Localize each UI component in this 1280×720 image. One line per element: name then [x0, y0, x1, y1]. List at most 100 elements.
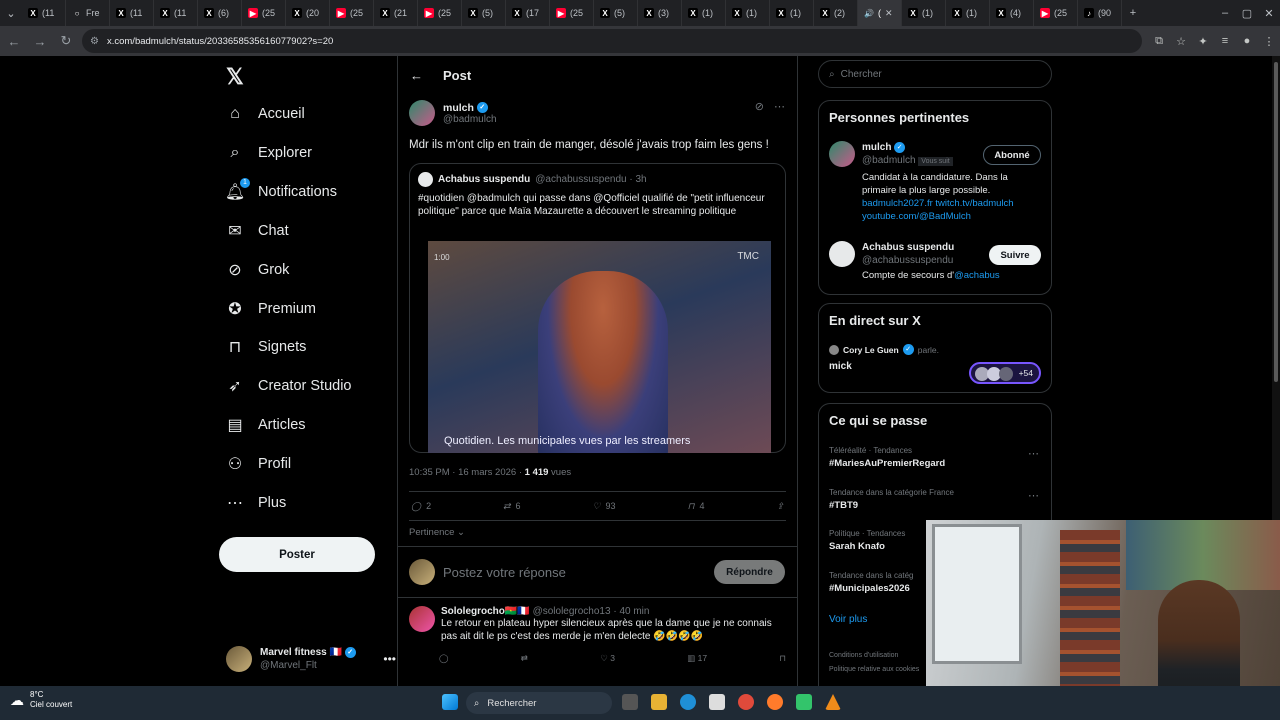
minimize-button[interactable]: –	[1214, 0, 1236, 26]
edge-icon[interactable]	[680, 694, 696, 710]
start-icon[interactable]	[442, 694, 458, 710]
bio-link[interactable]: twitch.tv/badmulch	[935, 198, 1013, 209]
browser-tab[interactable]: ▶ (25	[330, 0, 374, 26]
show-more-link[interactable]: Voir plus	[829, 614, 867, 625]
vlc-icon[interactable]	[825, 694, 841, 710]
bio-link[interactable]: youtube.com/@BadMulch	[862, 210, 1042, 223]
reply-submit-button[interactable]: Répondre	[714, 560, 785, 584]
search-input[interactable]: ⌕ Chercher	[818, 60, 1052, 88]
browser-tab[interactable]: X (5)	[462, 0, 506, 26]
trend-item[interactable]: Tendance dans la catégorie France #TBT9	[829, 488, 954, 511]
address-bar[interactable]: ⚙ x.com/badmulch/status/2033658535616077…	[82, 29, 1142, 53]
person-name[interactable]: mulch	[862, 142, 891, 153]
nav-item-articles[interactable]: ▤ Articles	[226, 410, 305, 440]
video-player[interactable]: 1:00 TMC Quotidien. Les municipales vues…	[428, 241, 771, 453]
browser-tab[interactable]: ▶ (25	[1034, 0, 1078, 26]
browser-tab[interactable]: X (17	[506, 0, 550, 26]
nav-item-profil[interactable]: ⚇ Profil	[226, 449, 291, 479]
browser-tab[interactable]: X (5)	[594, 0, 638, 26]
trend-item[interactable]: Politique · Tendances Sarah Knafo	[829, 529, 905, 552]
tab-list-button[interactable]: ⌄	[0, 0, 22, 26]
store-icon[interactable]	[709, 694, 725, 710]
author-handle[interactable]: @badmulch	[443, 114, 497, 125]
browser-tab[interactable]: X (1)	[946, 0, 990, 26]
media-icon[interactable]: ≡	[1214, 35, 1236, 47]
install-icon[interactable]: ⧉	[1148, 35, 1170, 48]
author-name[interactable]: mulch ✓	[443, 102, 497, 114]
nav-item-plus[interactable]: ⋯ Plus	[226, 488, 286, 518]
new-tab-button[interactable]: +	[1122, 0, 1144, 26]
reply-icon[interactable]: ◯	[439, 653, 449, 664]
nav-item-chat[interactable]: ✉ Chat	[226, 216, 288, 246]
browser-tab[interactable]: X (4)	[990, 0, 1034, 26]
firefox-icon[interactable]	[767, 694, 783, 710]
person-name[interactable]: Achabus suspendu	[862, 242, 954, 253]
site-info-icon[interactable]: ⚙	[90, 36, 99, 47]
cookies-link[interactable]: Politique relative aux cookies	[829, 663, 919, 677]
browser-tab[interactable]: ▶ (25	[242, 0, 286, 26]
nav-item-signets[interactable]: ⊓ Signets	[226, 332, 307, 362]
more-icon[interactable]: ⋯	[1028, 447, 1039, 460]
browser-tab[interactable]: X (20	[286, 0, 330, 26]
account-switcher[interactable]: Marvel fitness 🇫🇷 ✓ @Marvel_Flt •••	[226, 641, 396, 677]
bookmark-button[interactable]: ⊓ 4	[687, 501, 704, 512]
nav-item-creator-studio[interactable]: ➶ Creator Studio	[226, 371, 351, 401]
back-button[interactable]: ←	[2, 29, 26, 53]
browser-tab[interactable]: X (1)	[770, 0, 814, 26]
quoted-tweet[interactable]: Achabus suspendu @achabussuspendu · 3h #…	[409, 163, 786, 453]
forward-button[interactable]: →	[28, 29, 52, 53]
browser-tab[interactable]: ▶ (25	[418, 0, 462, 26]
weather-widget[interactable]: ☁ 8°C Ciel couvert	[10, 690, 72, 710]
following-button[interactable]: Abonné	[983, 145, 1041, 165]
scrollbar-thumb[interactable]	[1274, 62, 1278, 382]
follow-button[interactable]: Suivre	[989, 245, 1041, 265]
reload-button[interactable]: ↻	[54, 29, 78, 53]
taskbar-search[interactable]: ⌕ Rechercher	[466, 692, 612, 714]
app-icon[interactable]	[796, 694, 812, 710]
x-logo-icon[interactable]: 𝕏	[226, 64, 244, 90]
reply-input[interactable]: Postez votre réponse	[443, 565, 566, 580]
browser-tab[interactable]: ♪ (90	[1078, 0, 1122, 26]
close-tab-icon[interactable]: ✕	[885, 8, 893, 19]
share-button[interactable]: ⇪	[776, 501, 784, 512]
browser-tab[interactable]: X (3)	[638, 0, 682, 26]
trend-item[interactable]: Tendance dans la catég #Municipales2026	[829, 571, 914, 594]
host-name[interactable]: Cory Le Guen	[843, 345, 899, 355]
browser-tab[interactable]: X (1)	[726, 0, 770, 26]
avatar[interactable]	[829, 241, 855, 267]
close-window-button[interactable]: ✕	[1258, 0, 1280, 26]
nav-item-premium[interactable]: ✪ Premium	[226, 294, 316, 324]
terms-link[interactable]: Conditions d'utilisation	[829, 649, 919, 663]
heart-icon[interactable]: ♡ 3	[600, 653, 615, 664]
task-view-icon[interactable]	[622, 694, 638, 710]
sort-dropdown[interactable]: Pertinence ⌄	[409, 527, 786, 538]
file-explorer-icon[interactable]	[651, 694, 667, 710]
more-icon[interactable]: ⋯	[1028, 489, 1039, 502]
maximize-button[interactable]: ▢	[1236, 0, 1258, 26]
more-icon[interactable]: ⋯	[774, 100, 785, 113]
bio-link[interactable]: @achabus	[954, 270, 1000, 281]
author-avatar[interactable]	[409, 100, 435, 126]
nav-item-notifications[interactable]: 🔔︎ 1 Notifications	[225, 177, 337, 207]
bookmark-icon[interactable]: ⊓	[779, 653, 786, 664]
browser-tab[interactable]: X (21	[374, 0, 418, 26]
post-button[interactable]: Poster	[219, 537, 375, 572]
browser-tab[interactable]: ○ Fre	[66, 0, 110, 26]
browser-tab[interactable]: X (1)	[902, 0, 946, 26]
browser-tab[interactable]: 🔊 (✕	[858, 0, 902, 26]
views-icon[interactable]: ▥ 17	[687, 653, 707, 664]
trend-item[interactable]: Téléréalité · Tendances #MariesAuPremierR…	[829, 446, 945, 469]
reply-button[interactable]: ◯ 2	[411, 501, 431, 512]
like-button[interactable]: ♡ 93	[592, 501, 615, 512]
reply-tweet[interactable]: Sololegrocho🇧🇫🇫🇷 @sololegrocho13 · 40 mi…	[398, 598, 797, 672]
repost-button[interactable]: ⇄ 6	[503, 501, 521, 512]
browser-tab[interactable]: X (11	[110, 0, 154, 26]
menu-icon[interactable]: ⋮	[1258, 35, 1280, 48]
more-icon[interactable]: •••	[383, 652, 396, 666]
bio-link[interactable]: badmulch2027.fr	[862, 198, 933, 209]
browser-tab[interactable]: X (2)	[814, 0, 858, 26]
space-listeners[interactable]: +54	[969, 362, 1041, 384]
browser-tab[interactable]: ▶ (25	[550, 0, 594, 26]
grok-icon[interactable]: ⊘	[755, 100, 764, 113]
repost-icon[interactable]: ⇄	[521, 653, 528, 664]
